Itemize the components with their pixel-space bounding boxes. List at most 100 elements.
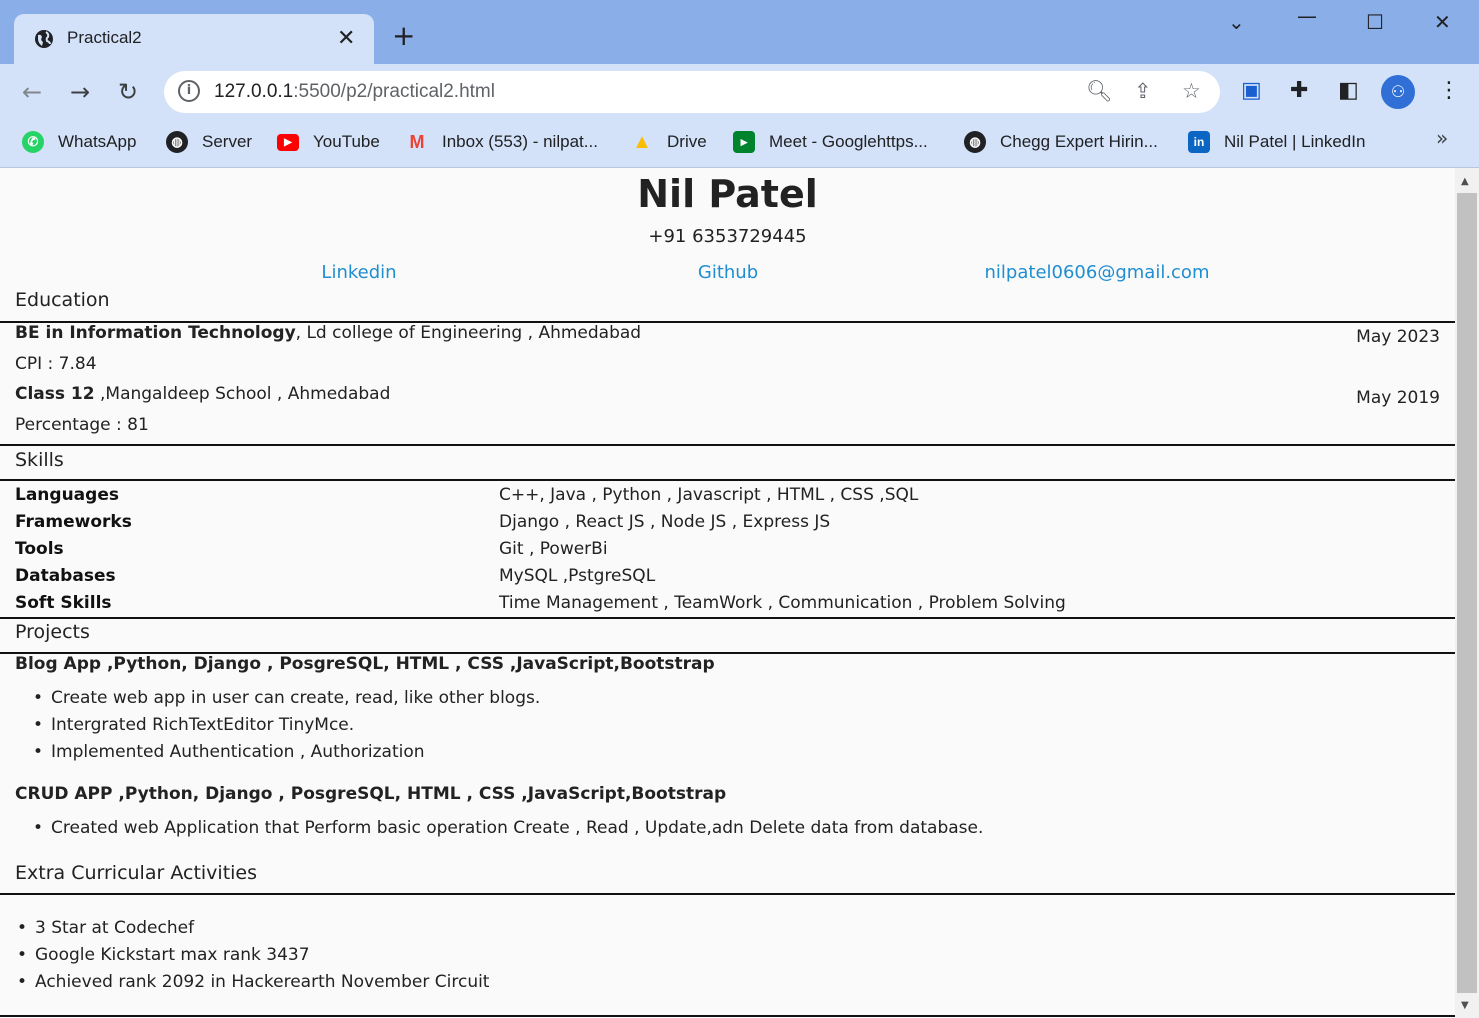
globe-icon: ◍ <box>166 131 188 153</box>
activity-item: Google Kickstart max rank 3437 <box>17 945 310 965</box>
close-window-icon[interactable]: ✕ <box>1434 10 1451 34</box>
activity-item: Achieved rank 2092 in Hackerearth Novemb… <box>17 972 490 992</box>
menu-kebab-icon[interactable]: ⋮ <box>1438 78 1460 103</box>
education-date: May 2023 <box>1356 327 1440 347</box>
phone-number: +91 6353729445 <box>648 226 807 247</box>
bookmark-inbox[interactable]: M Inbox (553) - nilpat... <box>406 128 598 156</box>
skill-values: C++, Java , Python , Javascript , HTML ,… <box>499 485 919 505</box>
projects-heading: Projects <box>15 621 90 643</box>
institution: , Ld college of Engineering , Ahmedabad <box>295 323 642 343</box>
education-date: May 2019 <box>1356 388 1440 408</box>
maximize-icon[interactable]: ☐ <box>1366 10 1384 34</box>
side-panel-icon[interactable]: ◧ <box>1338 78 1359 103</box>
project-title: Blog App ,Python, Django , PosgreSQL, HT… <box>15 654 715 674</box>
skill-values: Git , PowerBi <box>499 539 608 559</box>
share-icon[interactable]: ⇪ <box>1134 79 1152 103</box>
profile-avatar[interactable]: ⚇ <box>1381 75 1415 109</box>
bookmark-label: Drive <box>667 132 707 151</box>
project-name: Blog App <box>15 654 102 674</box>
degree: Class 12 <box>15 384 95 404</box>
skill-category: Tools <box>15 539 64 559</box>
gmail-icon: M <box>409 132 425 152</box>
youtube-icon: ▶ <box>277 133 299 151</box>
url-text: 127.0.0.1:5500/p2/practical2.html <box>214 81 495 102</box>
reload-icon[interactable]: ↻ <box>118 78 138 106</box>
section-divider <box>0 617 1455 619</box>
back-icon[interactable]: ← <box>22 78 42 106</box>
skill-category: Soft Skills <box>15 593 112 613</box>
minimize-icon[interactable]: — <box>1297 4 1317 28</box>
skill-category: Frameworks <box>15 512 132 532</box>
project-point: Create web app in user can create, read,… <box>33 688 540 708</box>
tab-close-icon[interactable]: ✕ <box>337 26 355 51</box>
address-bar[interactable]: i 127.0.0.1:5500/p2/practical2.html 🔍︎ ⇪… <box>164 71 1220 113</box>
section-divider <box>0 1015 1455 1017</box>
project-name: CRUD APP <box>15 784 113 804</box>
new-tab-icon[interactable]: + <box>392 22 415 50</box>
bookmark-label: YouTube <box>313 132 380 151</box>
bookmark-chegg[interactable]: ◍ Chegg Expert Hirin... <box>964 128 1158 156</box>
education-heading: Education <box>15 289 110 311</box>
globe-icon: ◍ <box>964 131 986 153</box>
education-score: CPI : 7.84 <box>15 354 97 374</box>
forward-icon[interactable]: → <box>70 78 90 106</box>
project-stack: ,Python, Django , PosgreSQL, HTML , CSS … <box>101 654 715 674</box>
tab-strip: Practical2 ✕ + ⌄ — ☐ ✕ <box>0 0 1479 64</box>
skill-values: Time Management , TeamWork , Communicati… <box>499 593 1066 613</box>
project-point: Created web Application that Perform bas… <box>33 818 983 838</box>
meet-icon: ▸ <box>733 131 755 153</box>
education-score: Percentage : 81 <box>15 415 149 435</box>
project-point: Intergrated RichTextEditor TinyMce. <box>33 715 354 735</box>
skills-heading: Skills <box>15 449 64 471</box>
browser-tab[interactable]: Practical2 ✕ <box>14 14 374 64</box>
section-divider <box>0 444 1455 446</box>
resume-page: Nil Patel +91 6353729445 Linkedin Github… <box>0 168 1455 1018</box>
skill-values: MySQL ,PstgreSQL <box>499 566 656 586</box>
scroll-up-icon[interactable]: ▲ <box>1461 176 1469 187</box>
browser-toolbar: ← → ↻ i 127.0.0.1:5500/p2/practical2.htm… <box>0 64 1479 120</box>
bookmark-label: WhatsApp <box>58 132 137 151</box>
bookmark-server[interactable]: ◍ Server <box>166 128 252 156</box>
scroll-thumb[interactable] <box>1457 193 1477 993</box>
linkedin-link[interactable]: Linkedin <box>209 262 509 283</box>
resume-name: Nil Patel <box>637 172 818 216</box>
skill-category: Databases <box>15 566 116 586</box>
institution: ,Mangaldeep School , Ahmedabad <box>94 384 391 404</box>
education-entry: BE in Information Technology, Ld college… <box>15 323 641 343</box>
tab-title: Practical2 <box>67 28 142 47</box>
globe-icon <box>35 30 53 48</box>
bookmark-meet[interactable]: ▸ Meet - Googlehttps... <box>733 128 928 156</box>
email-link[interactable]: nilpatel0606@gmail.com <box>947 262 1247 283</box>
extension-shield-icon[interactable]: ▣ <box>1241 78 1262 103</box>
skill-category: Languages <box>15 485 119 505</box>
project-point: Implemented Authentication , Authorizati… <box>33 742 425 762</box>
activities-heading: Extra Curricular Activities <box>15 862 258 884</box>
bookmark-whatsapp[interactable]: ✆ WhatsApp <box>22 128 136 156</box>
zoom-icon[interactable]: 🔍︎ <box>1086 79 1113 104</box>
bookmarks-bar: ✆ WhatsApp ◍ Server ▶ YouTube M Inbox (5… <box>0 120 1479 168</box>
tab-search-icon[interactable]: ⌄ <box>1228 10 1245 34</box>
bookmark-label: Nil Patel | LinkedIn <box>1224 132 1366 151</box>
section-divider <box>0 479 1455 481</box>
bookmark-label: Chegg Expert Hirin... <box>1000 132 1158 151</box>
bookmark-drive[interactable]: ▲ Drive <box>631 128 707 156</box>
linkedin-icon: in <box>1188 131 1210 153</box>
bookmark-label: Server <box>202 132 253 151</box>
bookmark-youtube[interactable]: ▶ YouTube <box>277 128 380 156</box>
bookmark-label: Inbox (553) - nilpat... <box>442 132 598 151</box>
extensions-puzzle-icon[interactable]: ✚ <box>1290 78 1308 103</box>
section-divider <box>0 893 1455 895</box>
bookmark-star-icon[interactable]: ☆ <box>1182 79 1201 103</box>
bookmark-linkedin[interactable]: in Nil Patel | LinkedIn <box>1188 128 1365 156</box>
degree: BE in Information Technology <box>15 323 296 343</box>
page-scrollbar[interactable]: ▲ ▼ <box>1455 168 1479 1018</box>
site-info-icon[interactable]: i <box>178 80 200 102</box>
activity-item: 3 Star at Codechef <box>17 918 194 938</box>
more-bookmarks-icon[interactable]: » <box>1436 126 1448 150</box>
education-entry: Class 12 ,Mangaldeep School , Ahmedabad <box>15 384 390 404</box>
project-title: CRUD APP ,Python, Django , PosgreSQL, HT… <box>15 784 726 804</box>
whatsapp-icon: ✆ <box>22 131 44 153</box>
scroll-down-icon[interactable]: ▼ <box>1461 1000 1469 1011</box>
bookmark-label: Meet - Googlehttps... <box>769 132 928 151</box>
github-link[interactable]: Github <box>578 262 878 283</box>
